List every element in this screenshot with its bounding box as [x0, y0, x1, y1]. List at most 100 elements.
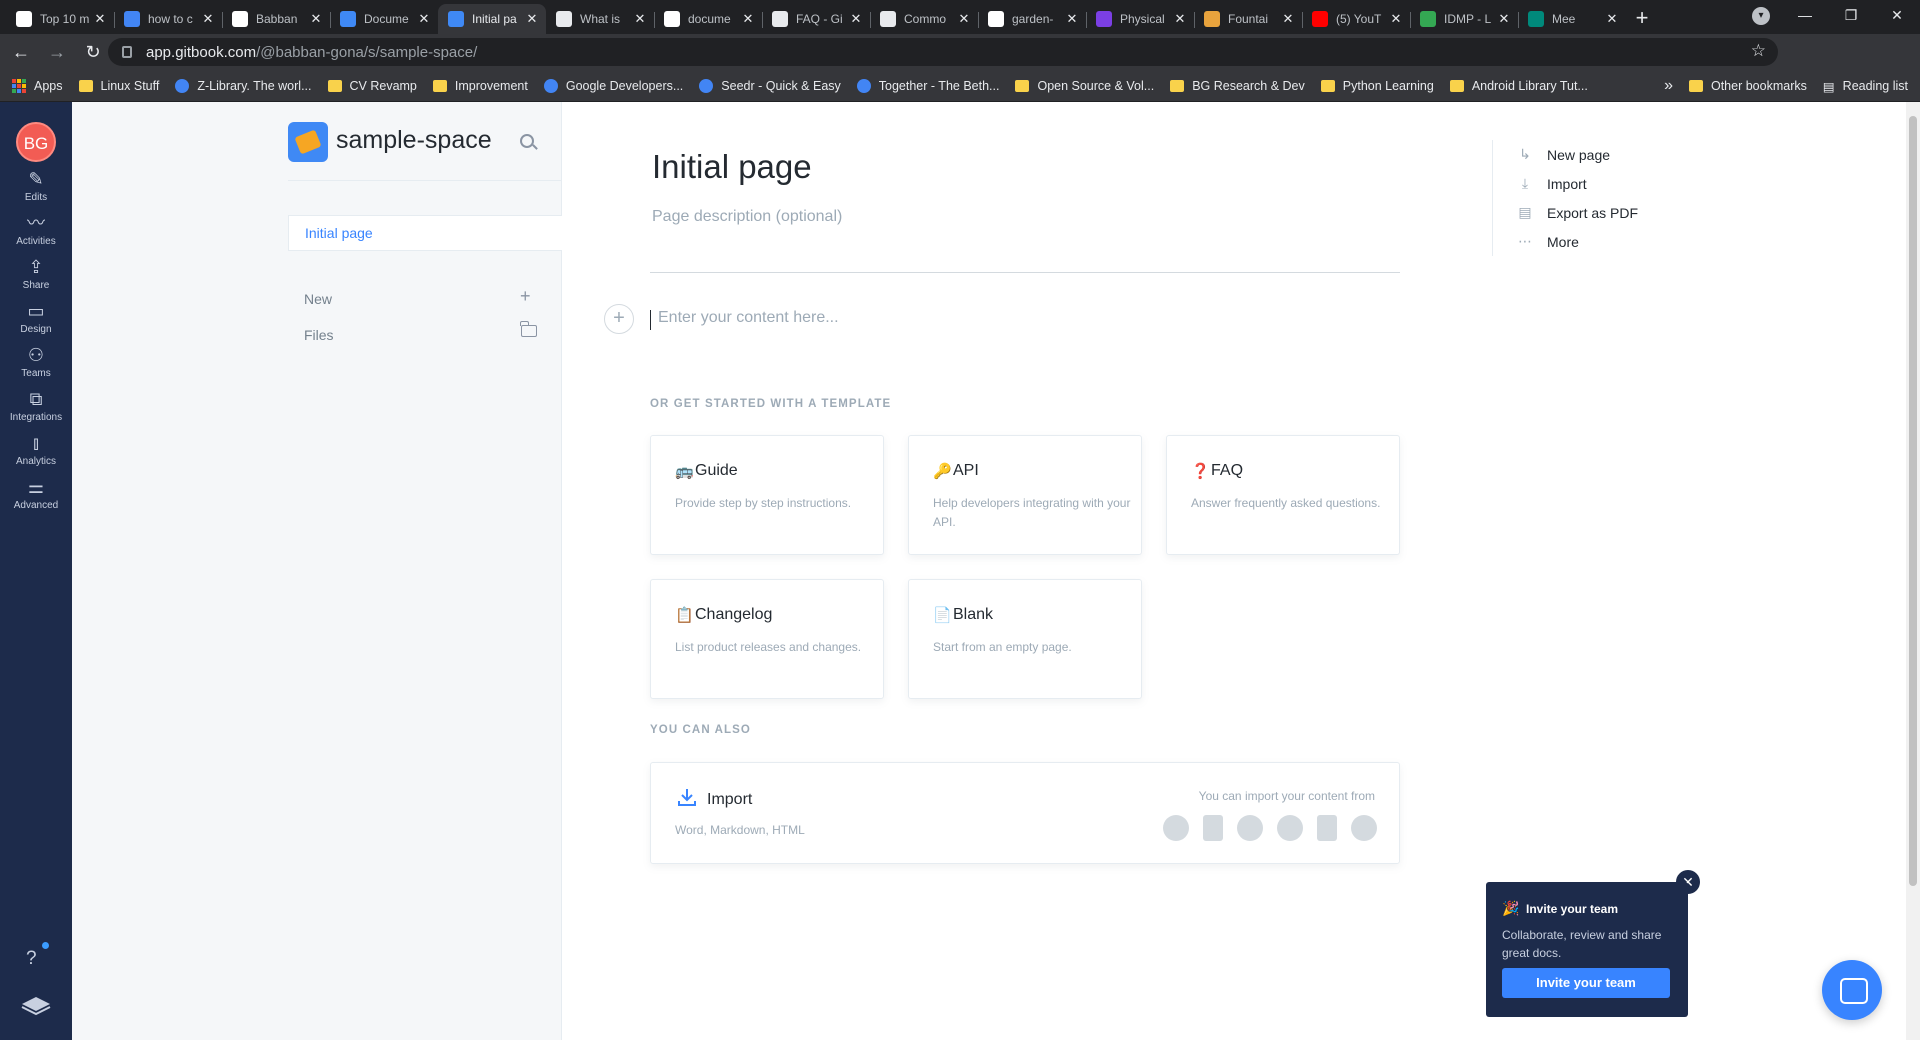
browser-tab[interactable]: What is ✕ — [546, 4, 654, 34]
bookmark-item[interactable]: Z-Library. The worl... — [175, 78, 312, 93]
scrollbar-thumb[interactable] — [1909, 116, 1917, 886]
tab-close-icon[interactable]: ✕ — [308, 11, 324, 27]
browser-tab[interactable]: Babban ✕ — [222, 4, 330, 34]
browser-tab[interactable]: Commo ✕ — [870, 4, 978, 34]
quip-icon[interactable] — [1351, 815, 1377, 841]
avatar[interactable]: BG — [16, 122, 56, 162]
page-title[interactable]: Initial page — [652, 148, 812, 186]
template-card-guide[interactable]: 🚌 Guide Provide step by step instructions. — [650, 435, 884, 555]
new-tab-button[interactable]: + — [1626, 4, 1658, 34]
bookmark-item[interactable]: BG Research & Dev — [1170, 79, 1305, 93]
template-card-blank[interactable]: 📄 Blank Start from an empty page. — [908, 579, 1142, 699]
import-card[interactable]: Import Word, Markdown, HTML You can impo… — [650, 762, 1400, 864]
browser-tab[interactable]: Fountai ✕ — [1194, 4, 1302, 34]
tab-close-icon[interactable]: ✕ — [1064, 11, 1080, 27]
search-icon[interactable] — [520, 134, 534, 148]
github-icon[interactable] — [1237, 815, 1263, 841]
tab-close-icon[interactable]: ✕ — [1388, 11, 1404, 27]
bookmark-item[interactable]: Open Source & Vol... — [1015, 79, 1154, 93]
help-icon[interactable]: ? — [26, 948, 37, 970]
document-icon[interactable] — [1203, 815, 1223, 841]
tab-close-icon[interactable]: ✕ — [956, 11, 972, 27]
sidebar-new-label[interactable]: New — [304, 291, 332, 307]
browser-tab[interactable]: Docume ✕ — [330, 4, 438, 34]
bookmark-item[interactable]: Linux Stuff — [78, 79, 159, 93]
dropbox-icon[interactable] — [1277, 815, 1303, 841]
confluence-icon[interactable] — [1163, 815, 1189, 841]
bookmark-item[interactable]: Android Library Tut... — [1449, 79, 1588, 93]
browser-tab[interactable]: FAQ - Gi ✕ — [762, 4, 870, 34]
bookmark-item[interactable]: Python Learning — [1320, 79, 1434, 93]
rail-item-advanced[interactable]: ⚌ Advanced — [0, 476, 72, 511]
notion-icon[interactable] — [1317, 815, 1337, 841]
browser-tab[interactable]: docume ✕ — [654, 4, 762, 34]
template-card-faq[interactable]: ❓ FAQ Answer frequently asked questions. — [1166, 435, 1400, 555]
bookmark-item[interactable]: Apps — [12, 78, 63, 93]
page-action-import[interactable]: ⤓ Import — [1517, 169, 1638, 198]
browser-tab[interactable]: (5) YouT ✕ — [1302, 4, 1410, 34]
gitbook-logo-icon[interactable] — [20, 994, 52, 1016]
sidebar-item-initial-page[interactable]: Initial page — [288, 215, 562, 251]
other-bookmarks-folder[interactable]: Other bookmarks — [1688, 79, 1807, 93]
browser-tab[interactable]: Top 10 m ✕ — [6, 4, 114, 34]
folder-icon[interactable] — [520, 321, 537, 337]
bookmarks-overflow-button[interactable]: » — [1664, 77, 1673, 95]
tab-close-icon[interactable]: ✕ — [92, 11, 108, 27]
bookmark-item[interactable]: Google Developers... — [543, 78, 683, 93]
reading-list-button[interactable]: ▤ Reading list — [1823, 79, 1908, 94]
template-card-api[interactable]: 🔑 API Help developers integrating with you… — [908, 435, 1142, 555]
bookmark-item[interactable]: CV Revamp — [327, 79, 417, 93]
plus-icon[interactable]: + — [520, 286, 531, 307]
rail-item-share[interactable]: ⇪ Share — [0, 256, 72, 291]
page-scrollbar[interactable] — [1906, 102, 1920, 1040]
tab-close-icon[interactable]: ✕ — [1604, 11, 1620, 27]
bookmark-item[interactable]: Improvement — [432, 79, 528, 93]
space-title[interactable]: sample-space — [336, 126, 492, 155]
reload-button[interactable]: ↻ — [78, 37, 108, 67]
minimize-button[interactable]: — — [1782, 0, 1828, 30]
tab-close-icon[interactable]: ✕ — [200, 11, 216, 27]
browser-tab[interactable]: Physical ✕ — [1086, 4, 1194, 34]
tab-list: Top 10 m ✕ how to c ✕ Babban ✕ Docume ✕ Initial … — [6, 4, 1626, 34]
template-card-changelog[interactable]: 📋 Changelog List product releases and chan… — [650, 579, 884, 699]
invite-team-button[interactable]: Invite your team — [1502, 968, 1670, 998]
page-action-more[interactable]: ⋯ More — [1517, 227, 1638, 256]
rail-item-design[interactable]: ▭ Design — [0, 300, 72, 335]
browser-tab[interactable]: garden- ✕ — [978, 4, 1086, 34]
rail-item-integrations[interactable]: ⧉ Integrations — [0, 388, 72, 423]
tab-close-icon[interactable]: ✕ — [416, 11, 432, 27]
content-editor-input[interactable]: Enter your content here... — [658, 309, 839, 327]
tab-close-icon[interactable]: ✕ — [632, 11, 648, 27]
sliders-icon: ⚌ — [27, 477, 45, 497]
rail-item-teams[interactable]: ⚇ Teams — [0, 344, 72, 379]
page-action-export-as-pdf[interactable]: ▤ Export as PDF — [1517, 198, 1638, 227]
tab-close-icon[interactable]: ✕ — [740, 11, 756, 27]
browser-tab[interactable]: how to c ✕ — [114, 4, 222, 34]
forward-button[interactable]: → — [42, 37, 72, 67]
rail-item-activities[interactable]: 〰 Activities — [0, 212, 72, 247]
browser-tab[interactable]: Mee ✕ — [1518, 4, 1626, 34]
rail-item-edits[interactable]: ✎ Edits — [0, 168, 72, 203]
bookmark-label: Open Source & Vol... — [1037, 78, 1155, 93]
tab-close-icon[interactable]: ✕ — [1172, 11, 1188, 27]
chat-support-button[interactable] — [1822, 960, 1882, 1020]
bookmark-star-icon[interactable]: ☆ — [1751, 41, 1766, 61]
add-block-button[interactable]: + — [604, 304, 634, 334]
rail-item-analytics[interactable]: ⫾ Analytics — [0, 432, 72, 467]
address-bar[interactable]: app.gitbook.com/@babban-gona/s/sample-sp… — [108, 38, 1778, 66]
back-button[interactable]: ← — [6, 37, 36, 67]
tab-close-icon[interactable]: ✕ — [524, 11, 540, 27]
browser-tab[interactable]: Initial pa ✕ — [438, 4, 546, 34]
browser-tab[interactable]: IDMP - L ✕ — [1410, 4, 1518, 34]
restore-button[interactable]: ❐ — [1828, 0, 1874, 30]
tab-close-icon[interactable]: ✕ — [1496, 11, 1512, 27]
bookmark-item[interactable]: Seedr - Quick & Easy — [699, 78, 841, 93]
sidebar-files-label[interactable]: Files — [304, 327, 334, 343]
tab-close-icon[interactable]: ✕ — [848, 11, 864, 27]
bookmark-item[interactable]: Together - The Beth... — [856, 78, 999, 93]
tab-search-icon[interactable]: ▾ — [1752, 7, 1770, 25]
page-description-input[interactable]: Page description (optional) — [652, 208, 842, 226]
tab-close-icon[interactable]: ✕ — [1280, 11, 1296, 27]
close-window-button[interactable]: ✕ — [1874, 0, 1920, 30]
page-action-new-page[interactable]: ↳ New page — [1517, 140, 1638, 169]
